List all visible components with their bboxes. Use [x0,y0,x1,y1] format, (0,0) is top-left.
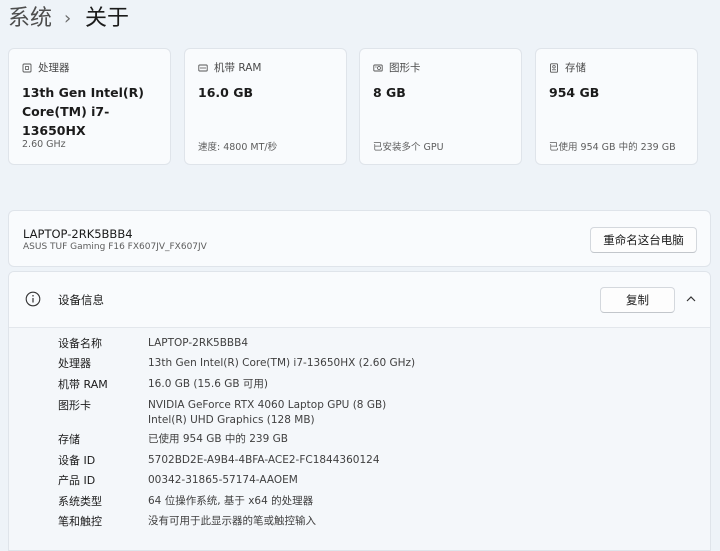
spec-list: 设备名称 LAPTOP-2RK5BBB4 处理器 13th Gen Intel(… [58,336,710,534]
card-ram: 机带 RAM 16.0 GB 速度: 4800 MT/秒 [184,48,347,165]
spec-label: 设备名称 [58,337,102,350]
chevron-right-icon: › [64,8,72,29]
spec-label: 笔和触控 [58,515,102,528]
card-title: 存储 [565,62,586,74]
spec-value: 64 位操作系统, 基于 x64 的处理器 [148,495,314,507]
spec-row: 系统类型 64 位操作系统, 基于 x64 的处理器 [58,494,710,514]
storage-icon [550,62,558,73]
device-model: ASUS TUF Gaming F16 FX607JV_FX607JV [23,242,207,252]
spec-row: 处理器 13th Gen Intel(R) Core(TM) i7-13650H… [58,356,710,377]
card-title: 机带 RAM [214,62,262,74]
spec-row: 存储 已使用 954 GB 中的 239 GB [58,432,710,453]
graphics-card-icon [373,64,383,71]
spec-row: 设备名称 LAPTOP-2RK5BBB4 [58,336,710,356]
processor-icon [22,63,32,72]
page-title: 关于 [85,6,130,31]
card-title: 图形卡 [389,62,421,74]
card-subtext: 2.60 GHz [22,139,66,150]
spec-value: 13th Gen Intel(R) Core(TM) i7-13650HX (2… [148,357,416,369]
spec-label: 设备 ID [58,454,96,467]
spec-row: 设备 ID 5702BD2E-A9B4-4BFA-ACE2-FC18443601… [58,453,710,473]
spec-value: 00342-31865-57174-AAOEM [148,474,298,486]
rename-pc-button[interactable]: 重命名这台电脑 [590,227,697,253]
info-icon [25,291,41,307]
spec-row: 机带 RAM 16.0 GB (15.6 GB 可用) [58,377,710,398]
spec-value: NVIDIA GeForce RTX 4060 Laptop GPU (8 GB… [148,399,387,411]
copy-button[interactable]: 复制 [600,287,675,313]
spec-value: 16.0 GB (15.6 GB 可用) [148,378,268,390]
spec-value: 5702BD2E-A9B4-4BFA-ACE2-FC1844360124 [148,454,380,466]
spec-value: 没有可用于此显示器的笔或触控输入 [148,515,316,527]
card-value: 16.0 GB [198,85,253,100]
device-name-section: LAPTOP-2RK5BBB4 ASUS TUF Gaming F16 FX60… [8,210,711,267]
spec-value: 已使用 954 GB 中的 239 GB [148,433,288,445]
card-subtext: 已使用 954 GB 中的 239 GB [549,142,676,153]
spec-label: 系统类型 [58,495,102,508]
spec-row: 产品 ID 00342-31865-57174-AAOEM [58,473,710,494]
spec-label: 机带 RAM [58,378,108,391]
card-processor: 处理器 13th Gen Intel(R) Core(TM) i7-13650H… [8,48,171,165]
card-graphics: 图形卡 8 GB 已安装多个 GPU [359,48,522,165]
spec-label: 处理器 [58,357,91,370]
spec-label: 存储 [58,433,80,446]
spec-row: 图形卡 NVIDIA GeForce RTX 4060 Laptop GPU (… [58,398,710,432]
card-value: 13th Gen Intel(R) Core(TM) i7-13650HX [22,85,144,138]
device-info-header[interactable]: 设备信息 复制 [9,272,710,328]
device-info-panel: 设备信息 复制 设备名称 LAPTOP-2RK5BBB4 处理器 13th Ge… [8,271,711,551]
breadcrumb-system-link[interactable]: 系统 [8,4,52,34]
card-subtext: 已安装多个 GPU [373,142,444,153]
card-value: 954 GB [549,85,600,100]
ram-icon [198,64,208,71]
card-value: 8 GB [373,85,406,100]
device-info-title: 设备信息 [58,293,104,307]
spec-value: LAPTOP-2RK5BBB4 [148,337,249,349]
chevron-up-icon[interactable] [685,294,697,304]
spec-value: Intel(R) UHD Graphics (128 MB) [148,414,315,426]
card-storage: 存储 954 GB 已使用 954 GB 中的 239 GB [535,48,698,165]
device-name: LAPTOP-2RK5BBB4 [23,227,133,241]
breadcrumb: 系统 › 关于 [8,3,129,35]
card-title: 处理器 [38,62,70,74]
spec-row: 笔和触控 没有可用于此显示器的笔或触控输入 [58,514,710,534]
spec-label: 产品 ID [58,474,96,487]
spec-label: 图形卡 [58,399,91,412]
card-subtext: 速度: 4800 MT/秒 [198,142,278,153]
